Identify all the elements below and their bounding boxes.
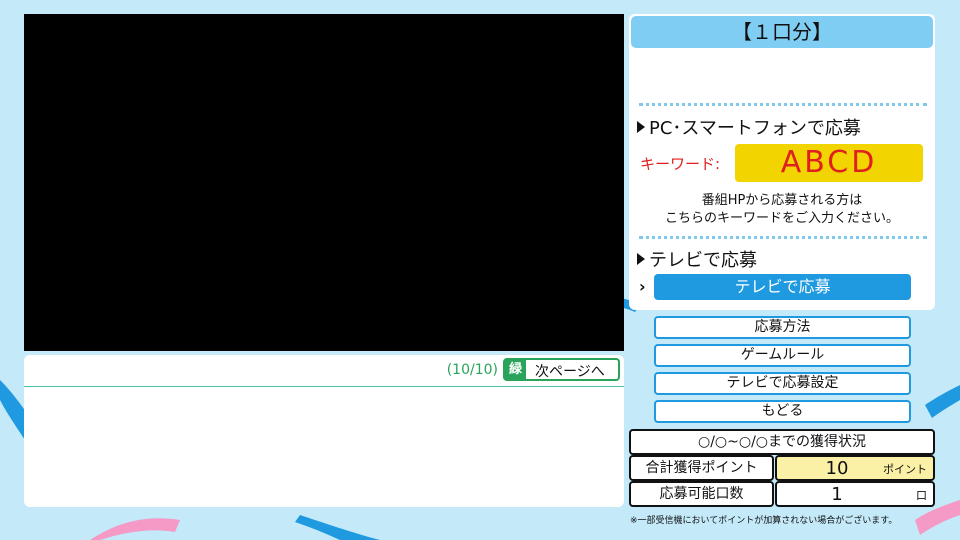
entry-panel: 【１口分】 PC･スマートフォンで応募 キーワード: ABCD 番組HPから応募… xyxy=(629,14,935,310)
acquisition-status: ○/○~○/○までの獲得状況 合計獲得ポイント 10 ポイント 応募可能口数 1… xyxy=(629,429,935,507)
back-button[interactable]: もどる xyxy=(654,400,911,423)
keyword-note: 番組HPから応募される方は こちらのキーワードをご入力ください。 xyxy=(629,192,935,228)
divider xyxy=(639,103,927,106)
ribbon-right-blue xyxy=(925,385,960,418)
page-indicator: (10/10) xyxy=(446,362,498,378)
footnote: ※一部受信機においてポイントが加算されない場合がございます。 xyxy=(630,516,898,526)
divider xyxy=(639,236,927,239)
green-key-icon: 緑 xyxy=(505,360,526,379)
tv-entry-settings-button[interactable]: テレビで応募設定 xyxy=(654,372,911,395)
entries-unit: 口 xyxy=(916,489,927,502)
next-page-label: 次ページへ xyxy=(535,364,605,380)
next-page-button[interactable]: 緑 次ページへ xyxy=(503,358,620,381)
cursor-arrow-icon: › xyxy=(639,277,646,296)
points-value: 10 xyxy=(825,458,849,479)
video-area xyxy=(24,14,624,351)
points-value-box: 10 ポイント xyxy=(775,455,935,481)
how-to-enter-button[interactable]: 応募方法 xyxy=(654,316,911,339)
triangle-icon xyxy=(637,121,645,133)
entries-label: 応募可能口数 xyxy=(629,481,774,507)
points-row: 合計獲得ポイント 10 ポイント xyxy=(629,455,935,481)
game-rules-button[interactable]: ゲームルール xyxy=(654,344,911,367)
status-heading: ○/○~○/○までの獲得状況 xyxy=(629,429,935,455)
tv-entry-button[interactable]: テレビで応募 xyxy=(654,274,911,300)
points-label: 合計獲得ポイント xyxy=(629,455,774,481)
keyword-note-line1: 番組HPから応募される方は xyxy=(701,193,863,208)
tv-heading-label: テレビで応募 xyxy=(649,250,757,271)
triangle-icon xyxy=(637,253,645,265)
panel-title: 【１口分】 xyxy=(631,16,933,48)
keyword-label: キーワード: xyxy=(640,155,721,173)
keyword-value: ABCD xyxy=(735,144,923,182)
entries-row: 応募可能口数 1 口 xyxy=(629,481,935,507)
message-box-header: (10/10) 緑 次ページへ xyxy=(24,355,624,387)
ribbon-bottom-pink xyxy=(90,518,180,540)
message-box: (10/10) 緑 次ページへ xyxy=(24,355,624,507)
ribbon-bottom-blue xyxy=(295,515,380,540)
pc-heading: PC･スマートフォンで応募 xyxy=(637,114,861,140)
pc-heading-label: PC･スマートフォンで応募 xyxy=(649,118,861,139)
entries-value-box: 1 口 xyxy=(775,481,935,507)
points-unit: ポイント xyxy=(883,463,927,476)
tv-heading: テレビで応募 xyxy=(637,246,757,272)
entries-value: 1 xyxy=(831,484,843,505)
keyword-note-line2: こちらのキーワードをご入力ください。 xyxy=(664,211,899,226)
